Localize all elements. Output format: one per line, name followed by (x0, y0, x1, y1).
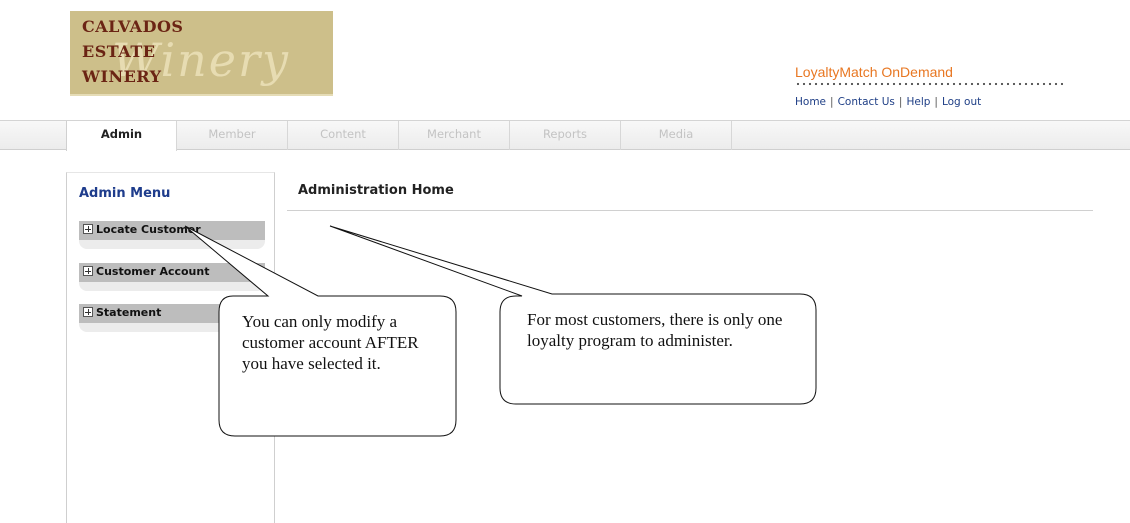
callout-text-1: You can only modify a customer account A… (242, 312, 419, 373)
tab-merchant[interactable]: Merchant (399, 121, 510, 150)
logo-line-1: CALVADOS (82, 17, 184, 36)
plus-icon (83, 224, 93, 234)
log-out-link[interactable]: Log out (942, 96, 981, 108)
sidebar-title: Admin Menu (79, 186, 171, 201)
brand-name: LoyaltyMatch OnDemand (795, 64, 953, 80)
tab-reports[interactable]: Reports (510, 121, 621, 150)
top-links: Home | Contact Us | Help | Log out (795, 96, 981, 108)
link-separator: | (898, 96, 903, 108)
link-separator: | (934, 96, 938, 108)
logo-line-3: WINERY (82, 67, 162, 86)
tab-content[interactable]: Content (288, 121, 399, 150)
menu-item-shadow (79, 282, 265, 291)
menu-item-label: Statement (96, 306, 162, 319)
logo-line-2: ESTATE (82, 42, 156, 61)
menu-item-label: Customer Account (96, 265, 210, 278)
home-link[interactable]: Home (795, 96, 826, 108)
winery-logo: Winery CALVADOS ESTATE WINERY (70, 11, 333, 96)
page-title: Administration Home (298, 183, 454, 198)
menu-item-locate-customer[interactable]: Locate Customer (79, 221, 265, 240)
plus-icon (83, 266, 93, 276)
link-separator: | (830, 96, 834, 108)
tab-media[interactable]: Media (621, 121, 732, 150)
menu-item-shadow (79, 323, 265, 332)
menu-item-statement[interactable]: Statement (79, 304, 265, 323)
menu-item-label: Locate Customer (96, 223, 201, 236)
plus-icon (83, 307, 93, 317)
title-divider (287, 210, 1093, 211)
callout-text-2: For most customers, there is only one lo… (527, 310, 783, 350)
tab-member[interactable]: Member (177, 121, 288, 150)
help-link[interactable]: Help (906, 96, 930, 108)
contact-us-link[interactable]: Contact Us (838, 96, 895, 108)
main-tab-bar: Admin Member Content Merchant Reports Me… (0, 120, 1130, 151)
brand-dotted-divider (795, 82, 1063, 86)
tab-admin[interactable]: Admin (66, 121, 177, 151)
menu-item-shadow (79, 240, 265, 249)
menu-item-customer-account[interactable]: Customer Account (79, 263, 265, 282)
